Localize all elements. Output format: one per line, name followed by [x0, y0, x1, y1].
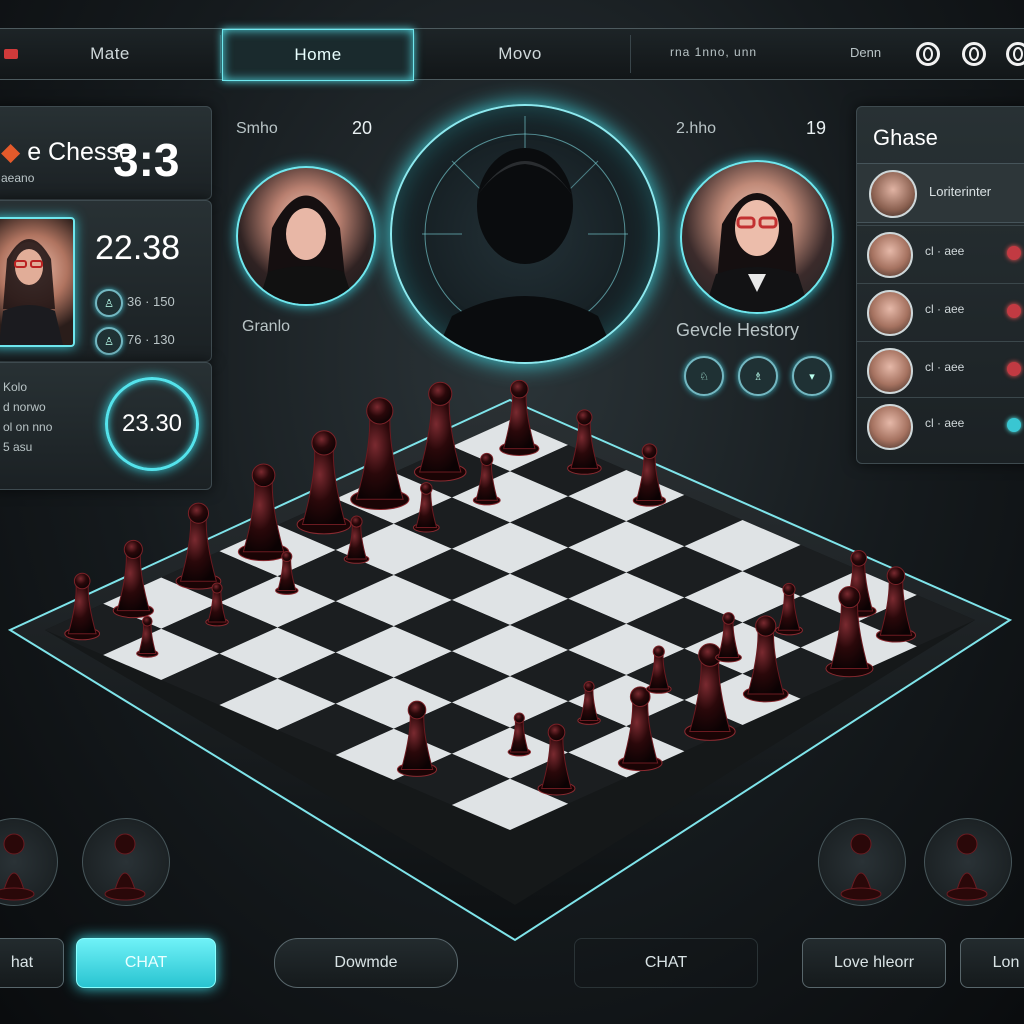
nav-divider	[220, 35, 221, 73]
chat-button-left-label: hat	[10, 954, 34, 971]
game-score-panel: ◆ e Chesse aeano 3:3	[0, 106, 212, 200]
settings-icon[interactable]	[962, 42, 986, 66]
love-history-button[interactable]: Love hleorr	[802, 938, 946, 988]
nav-left-marker	[4, 49, 18, 59]
player-left-number: 20	[352, 118, 373, 138]
stat-line-2: 76 · 130	[127, 332, 175, 347]
stat-line-1: 36 · 150	[127, 294, 175, 309]
player-left-avatar[interactable]	[236, 166, 376, 306]
hologram-icon	[422, 116, 628, 362]
chat-button[interactable]: CHAT	[76, 938, 216, 988]
tab-home-label: Home	[294, 45, 342, 64]
match-score: 3:3	[113, 134, 180, 186]
stat-icon[interactable]: ♙	[95, 327, 123, 355]
download-button[interactable]: Dowmde	[274, 938, 458, 988]
list-item[interactable]: cl · aee	[857, 225, 1024, 280]
tab-home[interactable]: Home	[222, 29, 414, 81]
game-subtitle: aeano	[1, 171, 35, 185]
more-button-label: Lon	[992, 954, 1020, 971]
player-left-label: Smho	[236, 120, 278, 137]
player-stats-panel: 22.38 ♙ 36 · 150 ♙ 76 · 130	[0, 200, 212, 362]
tab-movo-label: Movo	[498, 44, 542, 63]
chat-button-left[interactable]: hat	[0, 938, 64, 988]
avatar-figure	[704, 193, 810, 312]
board-squares	[45, 420, 975, 830]
tab-mate-label: Mate	[90, 44, 130, 63]
header-avatar	[869, 170, 917, 218]
avatar-figure	[258, 195, 354, 304]
captured-pawns	[0, 833, 988, 901]
list-item[interactable]: cl · aee	[857, 283, 1024, 338]
player-portrait	[0, 217, 75, 347]
account-icon[interactable]	[916, 42, 940, 66]
more-button[interactable]: Lon	[960, 938, 1024, 988]
player-timer: 22.38	[95, 229, 181, 267]
status-dot	[1007, 246, 1021, 260]
player-entry: cl · aee	[925, 302, 965, 316]
portrait-figure	[0, 239, 63, 345]
menu-icon[interactable]	[1006, 42, 1024, 66]
chat-tab-label: CHAT	[644, 954, 688, 971]
tab-mate[interactable]: Mate	[40, 29, 180, 79]
stat-icon[interactable]: ♙	[95, 289, 123, 317]
tab-movo[interactable]: Movo	[430, 29, 610, 79]
status-dot	[1007, 362, 1021, 376]
players-list-header[interactable]: Loriterinter	[857, 163, 1024, 223]
player-right-name: Gevcle Hestory	[676, 320, 800, 340]
chat-tab[interactable]: CHAT	[574, 938, 758, 988]
player-right-avatar[interactable]	[680, 160, 834, 314]
header-text: Loriterinter	[929, 184, 992, 199]
top-nav-bar: Mate Home Movo rna 1nno, unn Denn	[0, 28, 1024, 81]
nav-divider	[630, 35, 631, 73]
opponent-hologram[interactable]	[390, 104, 660, 364]
player-right-label: 2.hho	[676, 120, 717, 137]
status-dot	[1007, 304, 1021, 318]
download-button-label: Dowmde	[334, 954, 398, 971]
chat-button-label: CHAT	[124, 954, 168, 971]
player-left-name: Granlo	[242, 318, 291, 335]
player-entry: cl · aee	[925, 360, 965, 374]
nav-scribble-text: rna 1nno, unn	[670, 45, 758, 59]
player-right-number: 19	[806, 118, 827, 138]
players-list-title: Ghase	[873, 125, 938, 150]
player-avatar	[867, 290, 913, 336]
user-label: Denn	[850, 45, 882, 60]
player-avatar	[867, 232, 913, 278]
love-history-label: Love hleorr	[833, 954, 915, 971]
player-entry: cl · aee	[925, 244, 965, 258]
